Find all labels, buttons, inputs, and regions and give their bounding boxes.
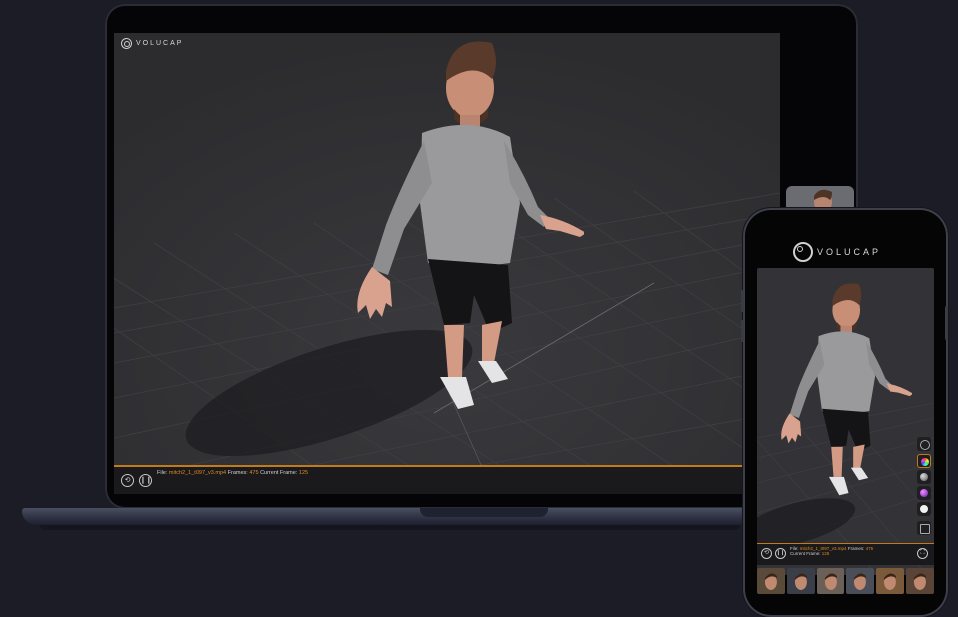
phone-header: VOLUCAP	[745, 240, 946, 268]
gradient-sphere-icon[interactable]	[917, 486, 931, 500]
color-wheel-glyph	[921, 458, 929, 466]
frames-label: Frames:	[227, 470, 248, 476]
file-name: mitch2_1_t097_v3.mp4	[168, 470, 227, 476]
share-glyph	[920, 524, 930, 534]
player-control-bar: ⟲ ❙❙ File: mitch2_1_t097_v3.mp4 Frames: …	[114, 465, 780, 494]
white-sphere-glyph	[920, 505, 928, 513]
current-frame-label: Current Frame:	[260, 470, 298, 476]
thumbnail[interactable]	[876, 568, 905, 594]
frames-label: Frames:	[847, 546, 865, 551]
current-frame-label: Current Frame:	[790, 551, 821, 556]
laptop-foot	[40, 525, 740, 530]
current-frame-value: 125	[298, 470, 309, 476]
color-wheel-icon[interactable]	[917, 454, 931, 468]
volucap-logo: VOLUCAP	[121, 38, 183, 49]
share-icon[interactable]	[917, 521, 931, 535]
phone-control-bar: ⟲ ❙❙ File: mitch2_1_t097_v3.mp4 Frames: …	[757, 543, 934, 565]
phone-side-button	[741, 320, 744, 342]
restart-icon[interactable]: ⟲	[121, 474, 134, 487]
phone-power-button	[945, 306, 948, 340]
thumbnail[interactable]	[816, 568, 845, 594]
volumetric-person[interactable]	[324, 33, 584, 413]
phone-side-button	[741, 290, 744, 312]
thumbnail-strip	[757, 568, 934, 594]
volucap-logo: VOLUCAP	[793, 242, 881, 262]
thumbnail[interactable]	[906, 568, 934, 594]
laptop-base	[22, 508, 762, 525]
volucap-logo-icon	[121, 38, 132, 49]
gray-sphere-glyph	[920, 473, 928, 481]
fullscreen-icon[interactable]: ⛶	[917, 548, 928, 559]
volucap-logo-icon	[793, 242, 813, 262]
laptop-viewer[interactable]: VOLUCAP ⟲ ❙❙ File: mitch2_1_t097_v3.mp4 …	[114, 33, 780, 494]
volumetric-person[interactable]	[762, 268, 912, 508]
file-info: File: mitch2_1_t097_v3.mp4 Frames: 475 C…	[790, 546, 873, 556]
viewer-tool-panel	[916, 437, 932, 541]
laptop-notch	[420, 508, 548, 517]
frames-value: 475	[865, 546, 874, 551]
pause-icon[interactable]: ❙❙	[775, 548, 786, 559]
white-sphere-icon[interactable]	[917, 502, 931, 516]
file-label: File:	[157, 470, 168, 476]
frames-value: 475	[249, 470, 259, 476]
logo-text: VOLUCAP	[817, 247, 882, 257]
thumbnail[interactable]	[757, 568, 785, 594]
gradient-sphere-glyph	[920, 489, 928, 497]
phone-frame: VOLUCAP ⟲ ❙❙ File: mitch2_1_t097_v3.mp4 …	[741, 210, 948, 615]
thumbnail[interactable]	[786, 568, 815, 594]
pause-icon[interactable]: ❙❙	[139, 474, 152, 487]
current-frame-value: 125	[821, 551, 830, 556]
file-info: File: mitch2_1_t097_v3.mp4 Frames: 475 C…	[157, 470, 308, 476]
logo-text: VOLUCAP	[136, 40, 184, 47]
restart-icon[interactable]: ⟲	[761, 548, 772, 559]
thumbnail[interactable]	[846, 568, 875, 594]
light-icon[interactable]	[917, 437, 931, 451]
light-icon-glyph	[920, 440, 930, 450]
phone-viewer[interactable]	[757, 268, 934, 575]
gray-sphere-icon[interactable]	[917, 470, 931, 484]
